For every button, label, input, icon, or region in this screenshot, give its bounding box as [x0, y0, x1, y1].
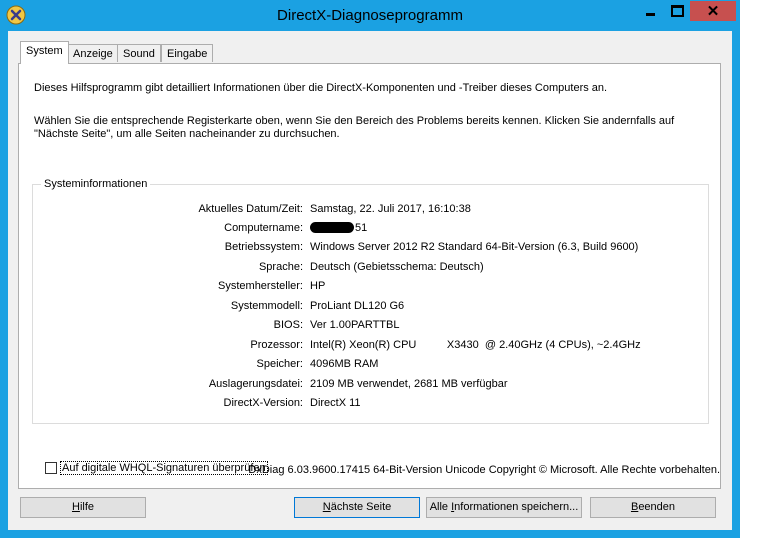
info-label: Speicher:	[256, 358, 303, 370]
info-value: 2109 MB verwendet, 2681 MB verfügbar	[310, 378, 508, 390]
next-page-button[interactable]: Nächste Seite	[294, 497, 420, 518]
whql-checkbox-label[interactable]: Auf digitale WHQL-Signaturen überprüfen	[60, 461, 268, 475]
info-row-bios: BIOS: Ver 1.00PARTTBL	[33, 319, 703, 338]
info-label: Aktuelles Datum/Zeit:	[198, 203, 303, 215]
group-title: Systeminformationen	[41, 178, 151, 190]
next-label: ächste Seite	[330, 501, 392, 513]
info-label: Betriebssystem:	[224, 241, 303, 253]
info-row-os: Betriebssystem: Windows Server 2012 R2 S…	[33, 241, 703, 260]
exit-button[interactable]: Beenden	[590, 497, 716, 518]
exit-label: eenden	[638, 501, 676, 513]
info-row-directx: DirectX-Version: DirectX 11	[33, 397, 703, 416]
info-label: Systemmodell:	[230, 300, 303, 312]
computername-suffix: 51	[355, 222, 368, 234]
close-button[interactable]: ✕	[690, 1, 736, 21]
whql-checkbox[interactable]	[45, 462, 57, 474]
info-value: HP	[310, 280, 326, 292]
tab-eingabe[interactable]: Eingabe	[161, 44, 214, 62]
info-label: Prozessor:	[250, 339, 303, 351]
redaction-mark	[310, 222, 354, 233]
dxdiag-window: DirectX-Diagnoseprogramm ✕ System Anzeig…	[0, 0, 740, 538]
info-label: Systemhersteller:	[218, 280, 303, 292]
intro-text-1: Dieses Hilfsprogramm gibt detailliert In…	[34, 82, 608, 94]
info-value: ProLiant DL120 G6	[310, 300, 405, 312]
info-label: Sprache:	[258, 261, 303, 273]
save-label: nformationen speichern...	[454, 501, 579, 513]
tab-anzeige[interactable]: Anzeige	[67, 44, 119, 62]
title-bar[interactable]: DirectX-Diagnoseprogramm ✕	[0, 0, 740, 31]
info-label: Computername:	[224, 222, 303, 234]
info-value: Samstag, 22. Juli 2017, 16:10:38	[310, 203, 471, 215]
info-value-computername: 51	[310, 222, 367, 234]
minimize-button[interactable]	[637, 1, 664, 21]
save-label-pre: Alle	[429, 501, 452, 513]
intro-text-2: Wählen Sie die entsprechende Registerkar…	[34, 115, 675, 140]
help-label: ilfe	[79, 501, 94, 513]
maximize-button[interactable]	[664, 1, 690, 21]
info-value: 4096MB RAM	[310, 358, 379, 370]
info-row-datetime: Aktuelles Datum/Zeit: Samstag, 22. Juli …	[33, 203, 703, 222]
maximize-icon	[670, 5, 684, 17]
close-icon: ✕	[706, 2, 720, 20]
tab-system[interactable]: System	[20, 41, 69, 64]
system-info-group: Systeminformationen Aktuelles Datum/Zeit…	[32, 178, 709, 424]
info-row-processor: Prozessor: Intel(R) Xeon(R) CPU X3430 @ …	[33, 339, 703, 358]
info-value: Windows Server 2012 R2 Standard 64-Bit-V…	[310, 241, 639, 253]
info-value: Deutsch (Gebietsschema: Deutsch)	[310, 261, 484, 273]
system-tab-panel: Dieses Hilfsprogramm gibt detailliert In…	[18, 63, 721, 489]
info-value: Ver 1.00PARTTBL	[310, 319, 400, 331]
info-label: BIOS:	[273, 319, 303, 331]
info-value: DirectX 11	[310, 397, 361, 409]
info-row-pagefile: Auslagerungsdatei: 2109 MB verwendet, 26…	[33, 378, 703, 397]
minimize-icon	[646, 12, 655, 16]
save-all-info-button[interactable]: Alle Informationen speichern...	[426, 497, 582, 518]
info-row-model: Systemmodell: ProLiant DL120 G6	[33, 300, 703, 319]
info-row-manufacturer: Systemhersteller: HP	[33, 280, 703, 299]
info-value: Intel(R) Xeon(R) CPU X3430 @ 2.40GHz (4 …	[310, 339, 641, 351]
tab-sound[interactable]: Sound	[117, 44, 161, 62]
help-mnemonic: H	[71, 501, 80, 513]
info-row-computername: Computername: 51	[33, 222, 703, 241]
info-row-memory: Speicher: 4096MB RAM	[33, 358, 703, 377]
client-area: System Anzeige Sound Eingabe Dieses Hilf…	[8, 31, 732, 530]
info-label: DirectX-Version:	[223, 397, 303, 409]
info-label: Auslagerungsdatei:	[208, 378, 303, 390]
help-button[interactable]: Hilfe	[20, 497, 146, 518]
info-row-language: Sprache: Deutsch (Gebietsschema: Deutsch…	[33, 261, 703, 280]
next-mnemonic: N	[322, 501, 331, 513]
copyright-text: DxDiag 6.03.9600.17415 64-Bit-Version Un…	[248, 464, 720, 476]
window-title: DirectX-Diagnoseprogramm	[277, 7, 463, 24]
